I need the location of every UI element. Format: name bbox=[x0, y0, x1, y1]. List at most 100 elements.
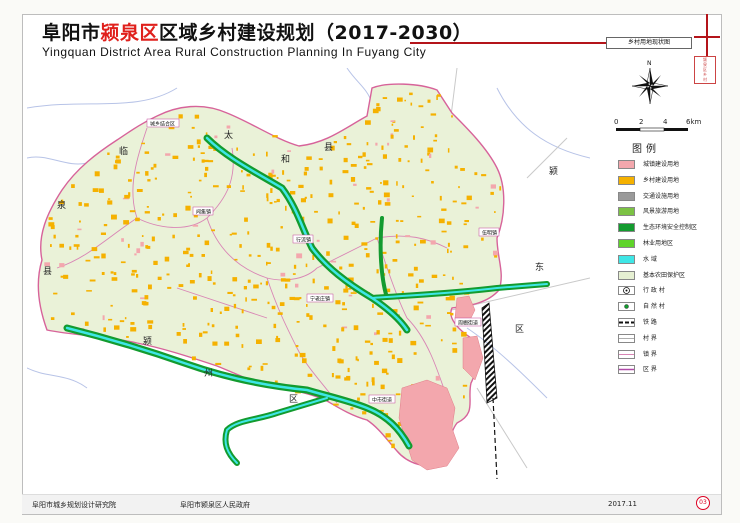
village-patch bbox=[452, 276, 454, 280]
village-patch bbox=[256, 339, 262, 344]
village-patch bbox=[333, 403, 339, 406]
village-patch bbox=[343, 157, 348, 163]
village-patch bbox=[107, 198, 111, 200]
village-patch bbox=[461, 202, 467, 205]
village-patch bbox=[374, 360, 379, 365]
village-patch bbox=[130, 322, 135, 325]
village-patch bbox=[93, 256, 100, 259]
village-patch bbox=[207, 276, 212, 281]
village-patch bbox=[436, 95, 438, 100]
village-patch bbox=[396, 181, 398, 186]
village-patch bbox=[426, 315, 431, 319]
index-thumbnail: 颍 泉 区 乡 村 bbox=[694, 56, 716, 84]
village-patch bbox=[91, 247, 98, 252]
title-rule bbox=[410, 42, 606, 44]
village-patch bbox=[280, 226, 283, 229]
village-patch bbox=[277, 312, 283, 315]
scale-tick: 4 bbox=[663, 118, 668, 126]
village-patch bbox=[201, 254, 205, 257]
village-patch bbox=[146, 245, 151, 249]
village-patch bbox=[111, 214, 117, 220]
village-patch bbox=[129, 210, 136, 213]
village-patch bbox=[48, 217, 53, 220]
village-patch bbox=[481, 237, 484, 241]
village-patch bbox=[346, 375, 351, 380]
village-patch bbox=[431, 274, 438, 278]
village-patch bbox=[212, 282, 216, 285]
village-patch bbox=[365, 253, 370, 258]
village-patch bbox=[371, 377, 375, 383]
village-patch bbox=[101, 272, 105, 275]
village-patch bbox=[275, 338, 281, 343]
legend-item: 自 然 村 bbox=[618, 299, 718, 315]
village-patch bbox=[382, 97, 388, 99]
village-patch bbox=[383, 192, 390, 198]
village-patch bbox=[395, 219, 399, 222]
village-patch bbox=[135, 217, 140, 222]
village-patch bbox=[327, 218, 333, 224]
village-patch bbox=[381, 145, 384, 150]
village-patch bbox=[196, 139, 201, 145]
village-patch bbox=[312, 278, 315, 284]
village-patch bbox=[374, 332, 377, 336]
village-patch bbox=[151, 236, 155, 242]
village-patch bbox=[71, 184, 75, 188]
village-patch bbox=[395, 234, 398, 239]
village-patch bbox=[266, 262, 271, 264]
legend-swatch bbox=[618, 223, 635, 233]
village-patch bbox=[376, 103, 380, 107]
village-patch bbox=[215, 362, 222, 365]
village-patch bbox=[445, 297, 450, 301]
village-patch bbox=[279, 302, 285, 306]
north-arrow: N bbox=[631, 60, 669, 105]
village-patch bbox=[94, 171, 100, 177]
village-patch bbox=[190, 195, 192, 198]
village-patch bbox=[197, 234, 200, 237]
village-patch bbox=[425, 324, 431, 327]
legend-item: 风景旅游用地 bbox=[618, 204, 718, 220]
village-patch bbox=[335, 300, 341, 305]
village-patch bbox=[370, 342, 373, 346]
village-patch bbox=[434, 134, 438, 138]
village-patch bbox=[77, 228, 82, 231]
village-patch bbox=[266, 242, 271, 248]
town-label: 城乡结合区 bbox=[150, 121, 175, 128]
village-patch bbox=[103, 327, 106, 332]
village-patch bbox=[350, 292, 357, 294]
village-patch bbox=[397, 358, 403, 363]
village-patch bbox=[286, 179, 291, 182]
village-patch bbox=[393, 129, 399, 132]
village-patch bbox=[154, 177, 157, 180]
village-patch bbox=[362, 206, 365, 210]
scale-tick: 0 bbox=[614, 118, 619, 126]
village-patch bbox=[366, 142, 369, 146]
neighbor-char: 和 bbox=[281, 154, 290, 165]
village-patch bbox=[338, 211, 340, 215]
village-patch bbox=[494, 255, 498, 258]
village-patch bbox=[99, 188, 104, 193]
village-patch bbox=[153, 260, 158, 265]
village-patch bbox=[213, 185, 219, 188]
legend-label: 自 然 村 bbox=[643, 303, 665, 311]
village-patch bbox=[384, 202, 391, 206]
village-patch bbox=[270, 246, 273, 251]
village-patch bbox=[433, 139, 437, 142]
village-patch bbox=[191, 356, 196, 361]
legend-label: 镇 界 bbox=[643, 350, 657, 358]
village-patch bbox=[305, 263, 308, 268]
village-patch bbox=[108, 318, 113, 321]
village-patch bbox=[295, 283, 299, 288]
village-patch bbox=[165, 153, 171, 156]
village-patch bbox=[323, 324, 327, 328]
village-patch bbox=[499, 186, 502, 191]
village-patch bbox=[350, 164, 357, 167]
village-patch bbox=[430, 113, 437, 116]
village-patch bbox=[224, 306, 230, 311]
village-patch bbox=[358, 155, 363, 159]
village-patch bbox=[260, 365, 264, 371]
village-patch bbox=[329, 179, 333, 185]
village-patch bbox=[294, 353, 298, 357]
neighbor-char: 颍 bbox=[143, 335, 152, 347]
village-patch bbox=[247, 279, 251, 283]
village-patch bbox=[339, 266, 343, 270]
